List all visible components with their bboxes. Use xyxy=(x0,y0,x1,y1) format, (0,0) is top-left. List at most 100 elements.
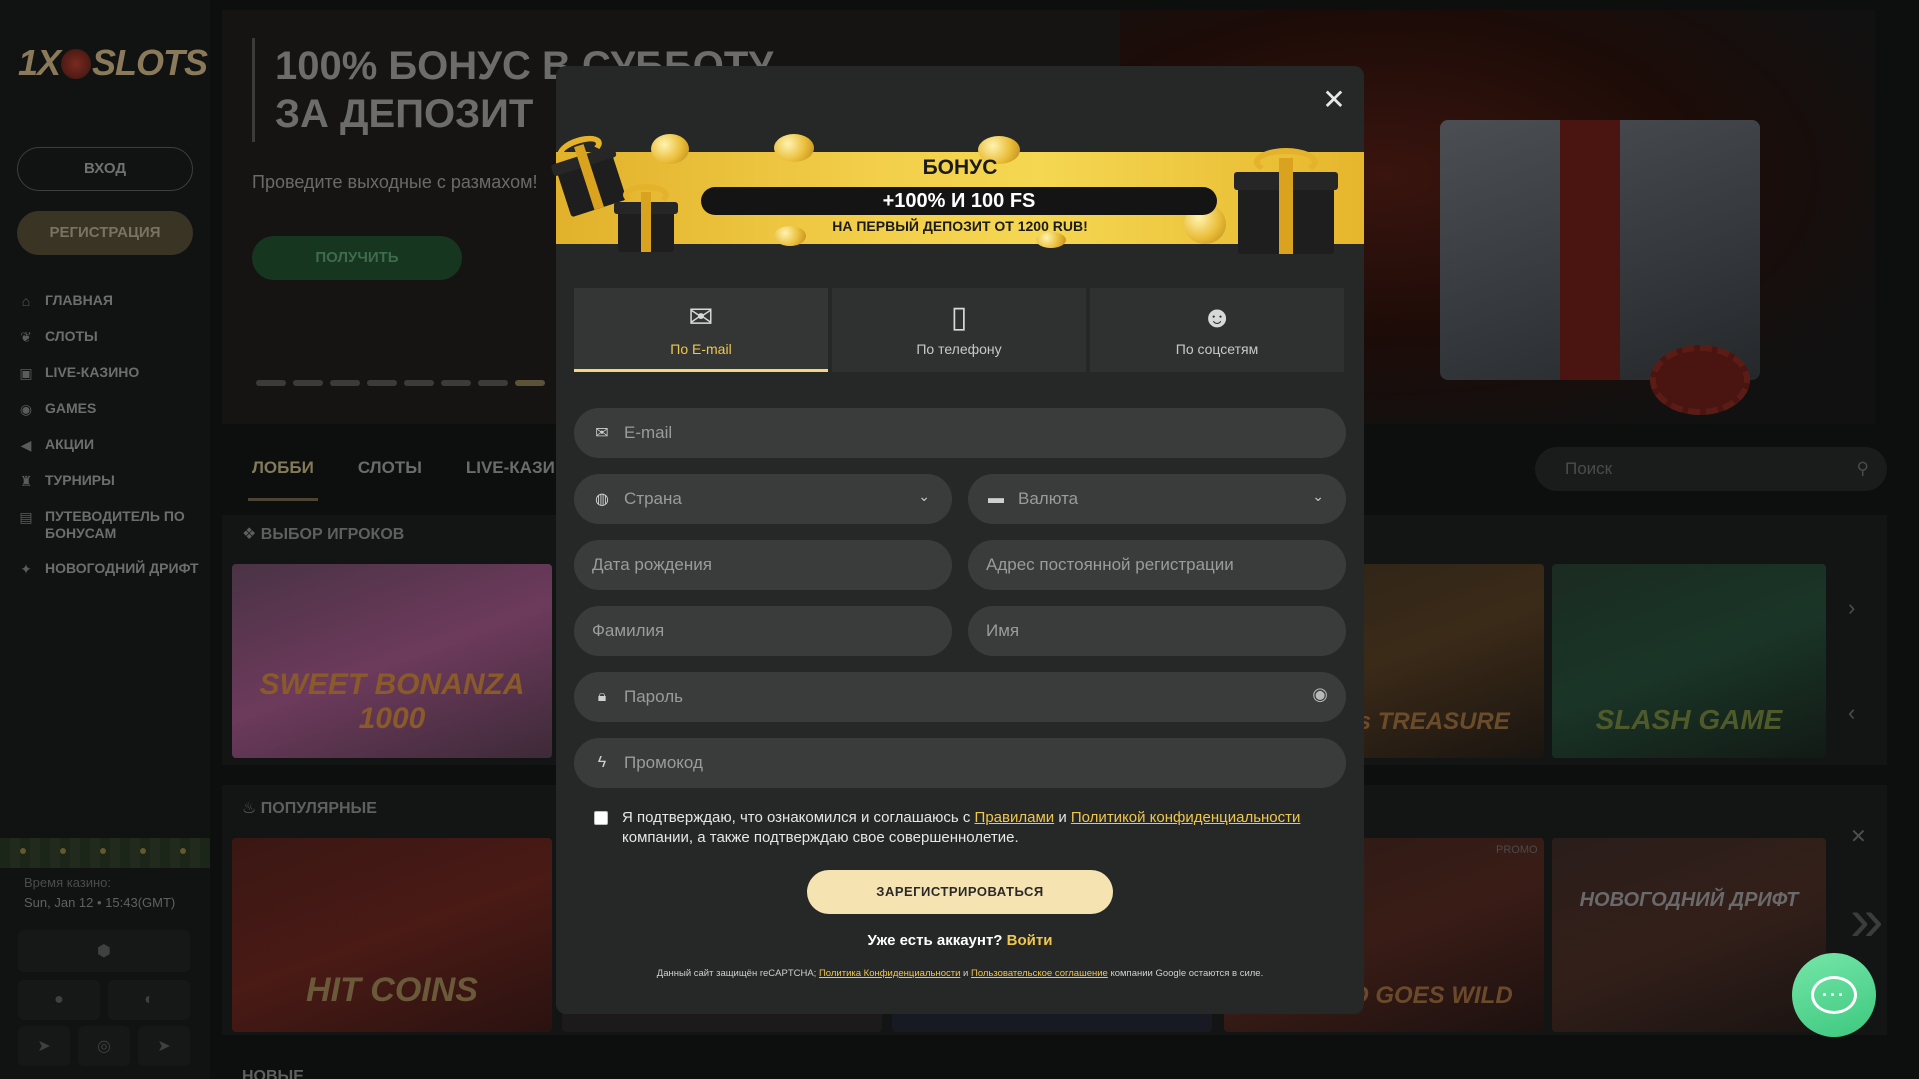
address-placeholder: Адрес постоянной регистрации xyxy=(986,555,1234,574)
hero-accent-bar xyxy=(252,38,255,142)
have-account-row: Уже есть аккаунт? Войти xyxy=(556,932,1364,949)
envelope-icon: ✉ xyxy=(688,301,714,334)
login-button[interactable]: ВХОД xyxy=(17,147,193,191)
sidebar-item-slots[interactable]: ❦ СЛОТЫ xyxy=(16,328,206,346)
instagram-link[interactable]: ◎ xyxy=(78,1026,130,1066)
tab-slots[interactable]: СЛОТЫ xyxy=(358,458,422,478)
tab-register-phone[interactable]: ▯ По телефону xyxy=(832,288,1086,372)
fire-icon: ♨ xyxy=(242,800,261,817)
tab-register-email[interactable]: ✉ По E-mail xyxy=(574,288,828,372)
search-icon[interactable]: ⚲ xyxy=(1857,447,1869,491)
carousel-next-button[interactable]: › xyxy=(1848,595,1855,621)
google-terms-link[interactable]: Пользовательское соглашение xyxy=(971,968,1108,979)
password-field[interactable]: 🔒︎ Пароль ◉ xyxy=(574,672,1346,722)
recaptcha-text: и xyxy=(963,968,969,979)
telegram-channel-link[interactable]: ➤ xyxy=(138,1026,190,1066)
telegram-link[interactable]: ➤ xyxy=(18,1026,70,1066)
have-account-text: Уже есть аккаунт? xyxy=(867,932,1003,949)
email-field[interactable]: ✉ E-mail xyxy=(574,408,1346,458)
carousel-dot[interactable] xyxy=(404,380,434,386)
live-icon: ▣ xyxy=(19,364,33,381)
game-title: SLASH GAME xyxy=(1595,704,1783,735)
game-card-sweet-bonanza[interactable]: SWEET BONANZA 1000 xyxy=(232,564,552,758)
country-placeholder: Страна xyxy=(624,489,682,508)
promo-title: НОВОГОДНИЙ ДРИФТ xyxy=(1579,889,1799,911)
carousel-dot[interactable] xyxy=(367,380,397,386)
eye-icon[interactable]: ◉ xyxy=(1312,684,1328,705)
language-selector[interactable]: ◐ xyxy=(108,980,190,1020)
tab-lobby[interactable]: ЛОББИ xyxy=(252,458,314,478)
consent-text: Я подтверждаю, что ознакомился и соглаша… xyxy=(622,809,971,826)
popular-heading: ♨ ПОПУЛЯРНЫЕ xyxy=(242,798,377,818)
sidebar-item-label: ГЛАВНАЯ xyxy=(45,292,113,308)
promo-next-arrow-icon[interactable]: » xyxy=(1850,885,1883,954)
currency-placeholder: Валюта xyxy=(1018,489,1079,508)
game-card-slash[interactable]: SLASH GAME xyxy=(1552,564,1826,758)
recaptcha-notice: Данный сайт защищён reCAPTCHA; Политика … xyxy=(556,968,1364,979)
carousel-dot[interactable] xyxy=(293,380,323,386)
surname-field[interactable]: Фамилия xyxy=(574,606,952,656)
carousel-dot-active[interactable] xyxy=(515,380,545,386)
login-link[interactable]: Войти xyxy=(1007,932,1053,949)
globe-icon: ◍ xyxy=(595,491,609,508)
carousel-dot[interactable] xyxy=(330,380,360,386)
drift-icon: ✦ xyxy=(20,560,32,577)
hero-gift-ribbon xyxy=(1560,120,1620,380)
sidebar-item-home[interactable]: ⌂ ГЛАВНАЯ xyxy=(16,292,206,310)
sidebar-item-new-year-drift[interactable]: ✦ НОВОГОДНИЙ ДРИФТ xyxy=(16,560,206,578)
carousel-dot[interactable] xyxy=(441,380,471,386)
sidebar-item-label: СЛОТЫ xyxy=(45,328,98,344)
recaptcha-text: компании Google остаются в силе. xyxy=(1110,968,1264,979)
android-app-button[interactable]: ⬢ xyxy=(18,930,190,972)
promo-code-field[interactable]: ϟ Промокод xyxy=(574,738,1346,788)
currency-select[interactable]: ▬ Валюта ⌄ xyxy=(968,474,1346,524)
password-placeholder: Пароль xyxy=(624,687,683,706)
google-privacy-link[interactable]: Политика Конфиденциальности xyxy=(819,968,960,979)
sidebar-item-live-casino[interactable]: ▣ LIVE-КАЗИНО xyxy=(16,364,206,382)
sidebar-nav: ⌂ ГЛАВНАЯ ❦ СЛОТЫ ▣ LIVE-КАЗИНО ◉ GAMES ◀ АКЦ… xyxy=(16,292,206,596)
terms-checkbox[interactable] xyxy=(594,811,608,825)
sidebar-item-bonus-guide[interactable]: ▤ ПУТЕВОДИТЕЛЬ ПО БОНУСАМ xyxy=(16,508,206,542)
sidebar: 1X SLOTS ВХОД РЕГИСТРАЦИЯ ⌂ ГЛАВНАЯ ❦ СЛОТЫ… xyxy=(0,0,210,1079)
carousel-prev-button[interactable]: ‹ xyxy=(1848,700,1855,726)
tab-register-social[interactable]: ☻ По соцсетям xyxy=(1090,288,1344,372)
carousel-dot[interactable] xyxy=(256,380,286,386)
sidebar-item-label: ПУТЕВОДИТЕЛЬ ПО БОНУСАМ xyxy=(45,508,185,541)
close-icon[interactable]: ✕ xyxy=(1320,86,1348,114)
privacy-policy-link[interactable]: Политикой конфиденциальности xyxy=(1071,809,1301,826)
profile-button[interactable]: ● xyxy=(18,980,100,1020)
register-button[interactable]: РЕГИСТРАЦИЯ xyxy=(17,211,193,255)
rules-link[interactable]: Правилами xyxy=(975,809,1055,826)
site-logo[interactable]: 1X SLOTS xyxy=(18,42,208,84)
hero-carousel-dots[interactable] xyxy=(256,380,545,386)
game-card-hit-coins[interactable]: HIT COINS xyxy=(232,838,552,1032)
first-name-field[interactable]: Имя xyxy=(968,606,1346,656)
sidebar-item-games[interactable]: ◉ GAMES xyxy=(16,400,206,418)
sidebar-item-label: НОВОГОДНИЙ ДРИФТ xyxy=(45,560,199,576)
promo-card-new-year-drift[interactable]: НОВОГОДНИЙ ДРИФТ xyxy=(1552,838,1826,1032)
instagram-icon: ◎ xyxy=(97,1038,111,1055)
hero-subtitle: Проведите выходные с размахом! xyxy=(252,172,538,192)
hero-get-button[interactable]: ПОЛУЧИТЬ xyxy=(252,236,462,280)
support-chat-button[interactable]: ··· xyxy=(1792,953,1876,1037)
sidebar-item-tournaments[interactable]: ♜ ТУРНИРЫ xyxy=(16,472,206,490)
address-field[interactable]: Адрес постоянной регистрации xyxy=(968,540,1346,590)
close-promo-button[interactable]: ✕ xyxy=(1850,824,1867,849)
telegram-icon: ➤ xyxy=(157,1038,171,1055)
birthdate-field[interactable]: Дата рождения xyxy=(574,540,952,590)
phone-icon: ▯ xyxy=(950,301,968,334)
players-choice-icon: ❖ xyxy=(242,526,261,543)
wallet-icon: ▬ xyxy=(988,490,1004,507)
megaphone-icon: ◀ xyxy=(20,436,32,453)
sidebar-item-promotions[interactable]: ◀ АКЦИИ xyxy=(16,436,206,454)
email-placeholder: E-mail xyxy=(624,423,673,442)
register-submit-button[interactable]: ЗАРЕГИСТРИРОВАТЬСЯ xyxy=(807,870,1113,914)
game-title: HIT COINS xyxy=(306,971,478,1009)
user-icon: ● xyxy=(54,991,64,1008)
country-select[interactable]: ◍ Страна ⌄ xyxy=(574,474,952,524)
section-title: НОВЫЕ xyxy=(242,1068,304,1079)
search-input[interactable]: Поиск ⚲ xyxy=(1535,447,1887,491)
surname-placeholder: Фамилия xyxy=(592,621,665,640)
registration-method-tabs: ✉ По E-mail ▯ По телефону ☻ По соцсетям xyxy=(574,288,1344,372)
carousel-dot[interactable] xyxy=(478,380,508,386)
